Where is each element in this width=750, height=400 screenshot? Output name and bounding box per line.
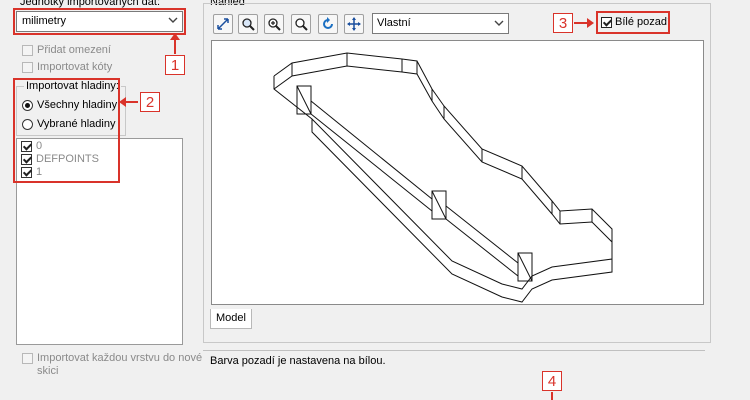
pan-icon bbox=[347, 17, 361, 31]
zoom-previous-button[interactable] bbox=[291, 14, 311, 34]
rotate-button[interactable] bbox=[318, 14, 338, 34]
highlight-box-3 bbox=[596, 11, 670, 34]
zoom-area-button[interactable] bbox=[238, 14, 258, 34]
zoom-in-icon bbox=[268, 18, 281, 31]
rotate-icon bbox=[323, 17, 333, 29]
arrow-1-head bbox=[170, 33, 180, 40]
model-tab[interactable]: Model bbox=[210, 309, 252, 329]
view-dropdown-value: Vlastní bbox=[377, 17, 411, 29]
zoom-fit-icon bbox=[217, 18, 229, 30]
chevron-down-icon bbox=[494, 18, 504, 31]
marker-1: 1 bbox=[165, 55, 185, 75]
units-label: Jednotky importovaných dat: bbox=[20, 0, 161, 8]
marker-2: 2 bbox=[140, 92, 160, 112]
zoom-fit-button[interactable] bbox=[213, 14, 233, 34]
zoom-previous-icon bbox=[295, 18, 308, 31]
arrow-2-shaft bbox=[124, 101, 138, 103]
import-dims-label: Importovat kóty bbox=[37, 61, 113, 73]
model-tab-label: Model bbox=[216, 312, 246, 324]
arrow-2-head bbox=[119, 97, 126, 107]
status-text: Barva pozadí je nastavena na bílou. bbox=[210, 355, 386, 367]
zoom-area-icon bbox=[242, 18, 255, 31]
pan-button[interactable] bbox=[344, 14, 364, 34]
view-dropdown[interactable]: Vlastní bbox=[372, 13, 509, 34]
highlight-box-2 bbox=[13, 78, 120, 183]
import-dims-checkbox[interactable] bbox=[22, 62, 33, 73]
zoom-in-button[interactable] bbox=[264, 14, 284, 34]
marker-4: 4 bbox=[542, 371, 562, 391]
highlight-box-1 bbox=[13, 8, 186, 35]
preview-canvas[interactable] bbox=[211, 40, 704, 305]
add-constraints-checkbox[interactable] bbox=[22, 45, 33, 56]
status-bar: Barva pozadí je nastavena na bílou. bbox=[203, 350, 705, 369]
wireframe-drawing bbox=[273, 52, 613, 303]
arrow-4-shaft bbox=[551, 392, 553, 400]
each-layer-label-line1: Importovat každou vrstvu do nové bbox=[37, 352, 203, 364]
each-layer-label-line2: skici bbox=[37, 365, 59, 377]
add-constraints-label: Přidat omezení bbox=[37, 44, 111, 56]
each-layer-checkbox[interactable] bbox=[22, 353, 33, 364]
